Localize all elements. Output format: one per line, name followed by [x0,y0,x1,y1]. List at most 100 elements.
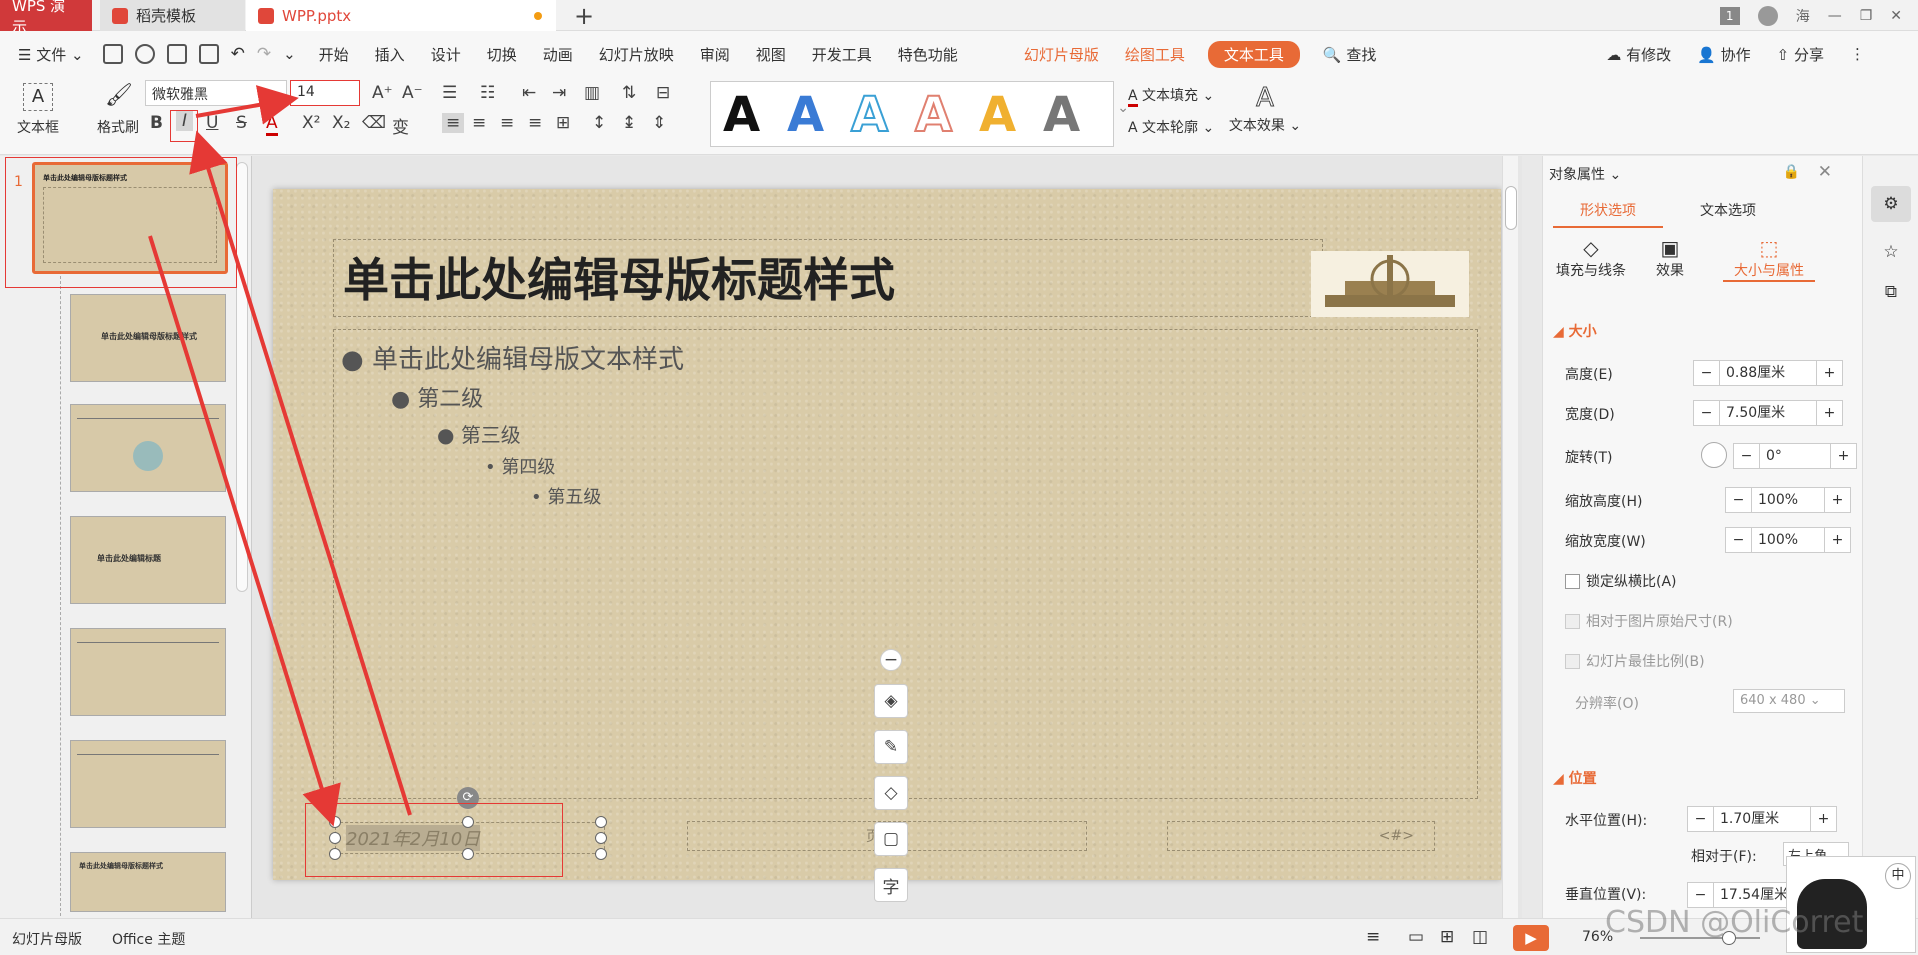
float-collapse-button[interactable]: − [880,649,902,671]
menu-item-design[interactable]: 设计 [418,44,474,65]
menu-item-animation[interactable]: 动画 [530,44,586,65]
resize-handle[interactable] [595,816,607,828]
plus-icon[interactable]: + [1824,488,1850,512]
ime-chinese-icon[interactable]: 中 [1885,863,1911,889]
plus-icon[interactable]: + [1816,361,1842,385]
sorter-view-icon[interactable]: ⊞ [1440,927,1454,947]
export-icon[interactable] [134,44,155,64]
tab-wps-app[interactable]: WPS 演示 [0,0,92,36]
minus-icon[interactable]: − [1694,361,1720,385]
properties-settings-icon[interactable]: ⚙ [1871,186,1911,222]
star-effects-icon[interactable]: ☆ [1871,234,1911,270]
number-list-icon[interactable]: ☷ [480,83,495,103]
line-spacing-icon[interactable]: ↕ [592,113,606,133]
text-style-blue[interactable]: A [787,87,824,143]
width-value[interactable]: 7.50厘米 [1720,401,1816,425]
menu-item-view[interactable]: 视图 [743,44,799,65]
search-button[interactable]: 🔍 查找 [1310,44,1389,65]
minus-icon[interactable]: − [1726,528,1752,552]
thumbnail-layout-5[interactable] [70,740,226,828]
menu-item-devtools[interactable]: 开发工具 [799,44,885,65]
menu-item-features[interactable]: 特色功能 [885,44,971,65]
thumbnail-layout-title[interactable]: 单击此处编辑母版标题样式 [70,294,226,382]
superscript-button[interactable]: X² [302,113,320,133]
normal-view-icon[interactable]: ▭ [1408,927,1424,947]
menu-item-drawing-tools[interactable]: 绘图工具 [1112,44,1198,65]
font-grow-icon[interactable]: A⁺ [372,83,393,103]
tab-templates[interactable]: 稻壳模板 [100,0,245,31]
plus-icon[interactable]: + [1810,807,1836,831]
resolution-select[interactable]: 640 x 480 ⌄ [1733,689,1845,713]
checkbox-box[interactable] [1565,573,1580,589]
menu-item-slide-master[interactable]: 幻灯片母版 [1011,44,1112,65]
window-count-badge[interactable]: 1 [1719,6,1740,25]
paragraph-settings-icon[interactable]: ⇕ [652,113,666,133]
font-name-select[interactable]: 微软雅黑 [145,80,287,106]
thumbnail-layout-2[interactable] [70,404,226,492]
subtab-effects[interactable]: ▣ 效果 [1645,236,1695,280]
notes-icon[interactable]: ≡ [1366,927,1380,947]
border-icon[interactable]: ▢ [874,822,908,856]
font-size-select[interactable]: 14 [290,80,360,106]
minus-icon[interactable]: − [1726,488,1752,512]
height-stepper[interactable]: −0.88厘米 + [1693,360,1843,386]
clear-format-icon[interactable]: ⌫ [362,113,386,133]
redo-icon[interactable]: ↷ [257,44,271,64]
thumbnail-scrollbar[interactable] [236,162,248,592]
thumbnail-layout-4[interactable] [70,628,226,716]
menu-item-start[interactable]: 开始 [306,44,362,65]
text-effect-button[interactable]: A 文本效果 ⌄ [1228,83,1302,135]
lock-ratio-checkbox[interactable]: 锁定纵横比(A) [1565,571,1677,591]
text-style-gold[interactable]: A [979,87,1016,143]
copy-shape-icon[interactable]: ⧉ [1871,274,1911,310]
distribute-icon[interactable]: ⊞ [556,113,570,133]
hpos-value[interactable]: 1.70厘米 [1714,807,1810,831]
minus-icon[interactable]: − [1688,807,1714,831]
scale-width-value[interactable]: 100% [1752,528,1824,552]
resize-handle[interactable] [595,832,607,844]
close-icon[interactable]: ✕ [1890,8,1902,24]
quick-access-more-icon[interactable]: ⌄ [283,45,296,63]
rotation-dial-icon[interactable] [1701,442,1727,468]
align-center-icon[interactable]: ≡ [472,113,486,133]
text-direction-icon[interactable]: ⇅ [622,83,636,103]
scale-height-stepper[interactable]: −100% + [1725,487,1851,513]
status-theme[interactable]: Office 主题 [112,929,185,949]
save-icon[interactable] [102,44,123,64]
plus-icon[interactable]: + [1816,401,1842,425]
thumbnail-layout-6[interactable]: 单击此处编辑母版标题样式 [70,852,226,912]
minus-icon[interactable]: − [1734,444,1760,468]
align-right-icon[interactable]: ≡ [500,113,514,133]
height-value[interactable]: 0.88厘米 [1720,361,1816,385]
text-outline-button[interactable]: A 文本轮廓 ⌄ [1128,117,1214,137]
modified-button[interactable]: ☁ 有修改 [1593,44,1684,65]
brush-icon[interactable]: ✎ [874,730,908,764]
minus-icon[interactable]: − [1694,401,1720,425]
menu-item-review[interactable]: 审阅 [687,44,743,65]
panel-close-icon[interactable]: ✕ [1818,162,1832,182]
new-tab-button[interactable]: + [566,0,602,31]
change-case-button[interactable]: 变 [392,113,409,138]
minimize-icon[interactable]: — [1828,8,1842,24]
undo-icon[interactable]: ↶ [231,44,245,64]
menu-item-text-tools[interactable]: 文本工具 [1207,40,1300,68]
play-slideshow-icon[interactable]: ▶ [1513,925,1549,951]
plus-icon[interactable]: + [1824,528,1850,552]
more-menu-icon[interactable]: ⋮ [1837,45,1878,63]
scale-width-stepper[interactable]: −100% + [1725,527,1851,553]
align-left-icon[interactable]: ≡ [442,113,465,133]
width-stepper[interactable]: −7.50厘米 + [1693,400,1843,426]
slide-title[interactable]: 单击此处编辑母版标题样式 [343,244,895,310]
columns-icon[interactable]: ▥ [584,83,600,103]
plus-icon[interactable]: + [1830,444,1856,468]
textbox-button[interactable]: A 文本框 [10,83,66,137]
minus-icon[interactable]: − [1688,883,1714,907]
text-style-black[interactable]: A [723,87,760,143]
position-section-header[interactable]: ◢ 位置 [1553,768,1597,788]
rotation-value[interactable]: 0° [1760,444,1830,468]
menu-item-insert[interactable]: 插入 [362,44,418,65]
panel-header[interactable]: 对象属性 ⌄ [1549,164,1621,184]
text-style-outline-red[interactable]: A [914,86,953,144]
layers-icon[interactable]: ◈ [874,684,908,718]
restore-icon[interactable]: ❐ [1860,8,1873,24]
